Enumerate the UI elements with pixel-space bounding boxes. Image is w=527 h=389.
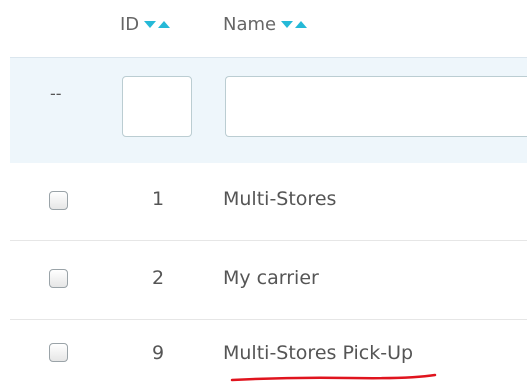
row-name: Multi-Stores Pick-Up <box>223 342 414 364</box>
table-row[interactable]: 2 My carrier <box>10 241 527 320</box>
column-header-id: ID <box>120 11 171 37</box>
row-checkbox[interactable] <box>49 191 68 210</box>
id-filter-input[interactable] <box>122 76 192 137</box>
row-id: 9 <box>151 342 165 364</box>
filter-row: -- <box>10 57 527 164</box>
row-checkbox[interactable] <box>49 343 68 362</box>
column-header-id-label: ID <box>120 13 140 35</box>
sort-ascending-icon[interactable] <box>158 20 171 28</box>
table-header: ID Name <box>0 0 527 57</box>
table-row[interactable]: 1 Multi-Stores <box>10 163 527 241</box>
row-name: My carrier <box>223 267 319 289</box>
row-id: 1 <box>151 188 165 210</box>
sort-descending-icon[interactable] <box>144 20 157 28</box>
row-id: 2 <box>151 267 165 289</box>
id-sort-controls <box>144 20 171 28</box>
filter-placeholder-symbol: -- <box>50 84 62 103</box>
column-header-name-label: Name <box>223 13 277 35</box>
row-checkbox[interactable] <box>49 269 68 288</box>
table-row[interactable]: 9 Multi-Stores Pick-Up <box>10 320 527 389</box>
name-filter-input[interactable] <box>225 76 527 137</box>
name-sort-controls <box>281 20 308 28</box>
sort-ascending-icon[interactable] <box>295 20 308 28</box>
column-header-name: Name <box>223 11 308 37</box>
row-name: Multi-Stores <box>223 188 337 210</box>
sort-descending-icon[interactable] <box>281 20 294 28</box>
carriers-table: ID Name -- 1 Multi-Stores 2 My carrier 9… <box>0 0 527 389</box>
